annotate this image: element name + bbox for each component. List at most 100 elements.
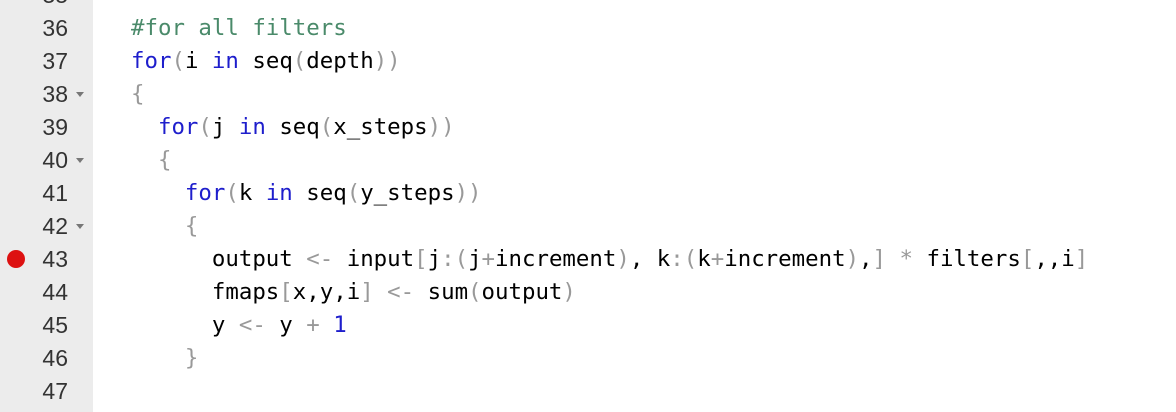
code-token: )) [427, 114, 455, 140]
code-token: , k [629, 246, 671, 272]
line-number[interactable]: 37 [0, 44, 68, 78]
code-row: 42 { [0, 209, 1176, 243]
code-token: j [211, 114, 239, 140]
code-text[interactable]: fmaps[x,y,i] <- sum(output) [131, 275, 576, 309]
code-row: 47 [0, 374, 1176, 408]
code-token: ( [319, 114, 334, 140]
code-token: + [481, 246, 496, 272]
code-token: increment [724, 246, 846, 272]
line-number[interactable]: 45 [0, 308, 68, 342]
code-token: in [265, 180, 293, 206]
line-number[interactable]: 40 [0, 143, 68, 177]
code-token: } [184, 345, 199, 371]
line-number[interactable]: 43 [0, 242, 68, 276]
code-row: 46 } [0, 341, 1176, 375]
code-token: { [157, 147, 172, 173]
code-token: for [157, 114, 199, 140]
code-text[interactable]: #for all filters [131, 11, 347, 45]
code-token: output [481, 279, 563, 305]
line-number[interactable]: 44 [0, 275, 68, 309]
code-token: 1 [333, 312, 347, 338]
code-token: depth [306, 48, 374, 74]
code-token: increment [495, 246, 617, 272]
code-text[interactable]: for(i in seq(depth)) [131, 44, 401, 78]
line-number[interactable]: 46 [0, 341, 68, 375]
code-row: 41 for(k in seq(y_steps)) [0, 176, 1176, 210]
code-token: ] [1074, 246, 1089, 272]
code-text[interactable]: y <- y + 1 [131, 308, 347, 342]
code-token: x_steps [333, 114, 428, 140]
code-token: + [306, 312, 320, 338]
code-token: ( [198, 114, 212, 140]
code-token: for [131, 48, 172, 74]
code-token: ( [468, 279, 482, 305]
line-number[interactable]: 42 [0, 209, 68, 243]
fold-chevron-icon[interactable] [76, 224, 84, 229]
code-row: 37 for(i in seq(depth)) [0, 44, 1176, 78]
code-token: ) [616, 246, 630, 272]
code-text[interactable]: for(j in seq(x_steps)) [131, 110, 455, 144]
code-token: for [184, 180, 226, 206]
code-token: seq [292, 180, 347, 206]
code-token: )) [454, 180, 482, 206]
code-token: ( [292, 48, 307, 74]
code-token: seq [238, 48, 293, 74]
code-row: 45 y <- y + 1 [0, 308, 1176, 342]
code-row: 39 for(j in seq(x_steps)) [0, 110, 1176, 144]
code-token: x,y,i [292, 279, 361, 305]
code-token: fmaps [211, 279, 280, 305]
line-number[interactable]: 38 [0, 77, 68, 111]
code-row: 43 output <- input[j:(j+increment), k:(k… [0, 242, 1176, 276]
code-token: :( [441, 246, 469, 272]
code-token: filters [912, 246, 1021, 272]
code-text[interactable]: { [131, 143, 171, 177]
code-token: i [184, 48, 212, 74]
code-row: 38 { [0, 77, 1176, 111]
code-row: 40 { [0, 143, 1176, 177]
code-token: j [468, 246, 482, 272]
code-text[interactable]: { [131, 209, 198, 243]
code-token: ) [562, 279, 576, 305]
line-number[interactable]: 47 [0, 374, 68, 408]
code-text[interactable]: output <- input[j:(j+increment), k:(k+in… [131, 242, 1088, 276]
fold-chevron-icon[interactable] [76, 92, 84, 97]
code-token: ( [171, 48, 185, 74]
code-token: j [427, 246, 442, 272]
fold-chevron-icon[interactable] [76, 158, 84, 163]
code-token: k [238, 180, 266, 206]
code-token: ] [360, 279, 374, 305]
code-token: y_steps [360, 180, 455, 206]
code-token: output [211, 246, 307, 272]
code-token: ( [346, 180, 361, 206]
line-number[interactable]: 41 [0, 176, 68, 210]
code-token: [ [1020, 246, 1035, 272]
code-text[interactable]: for(k in seq(y_steps)) [131, 176, 482, 210]
code-token: seq [265, 114, 320, 140]
code-token: ,,i [1034, 246, 1075, 272]
code-token: :( [670, 246, 698, 272]
code-row: 36 #for all filters [0, 11, 1176, 45]
code-text[interactable]: } [131, 341, 198, 375]
line-number[interactable]: 36 [0, 11, 68, 45]
code-token: [ [279, 279, 293, 305]
code-token: input [333, 246, 415, 272]
code-token: { [131, 81, 145, 107]
code-token: <- [238, 312, 266, 338]
code-token: ) [845, 246, 860, 272]
code-token: k [697, 246, 711, 272]
code-text[interactable]: { [131, 77, 144, 111]
code-token: <- [306, 246, 334, 272]
code-row: 44 fmaps[x,y,i] <- sum(output) [0, 275, 1176, 309]
code-editor[interactable]: 3536#for all filters37for(i in seq(depth… [0, 0, 1176, 412]
code-token: )) [373, 48, 401, 74]
line-number[interactable]: 39 [0, 110, 68, 144]
code-token: y [265, 312, 307, 338]
code-token: y [211, 312, 239, 338]
code-token: [ [414, 246, 428, 272]
